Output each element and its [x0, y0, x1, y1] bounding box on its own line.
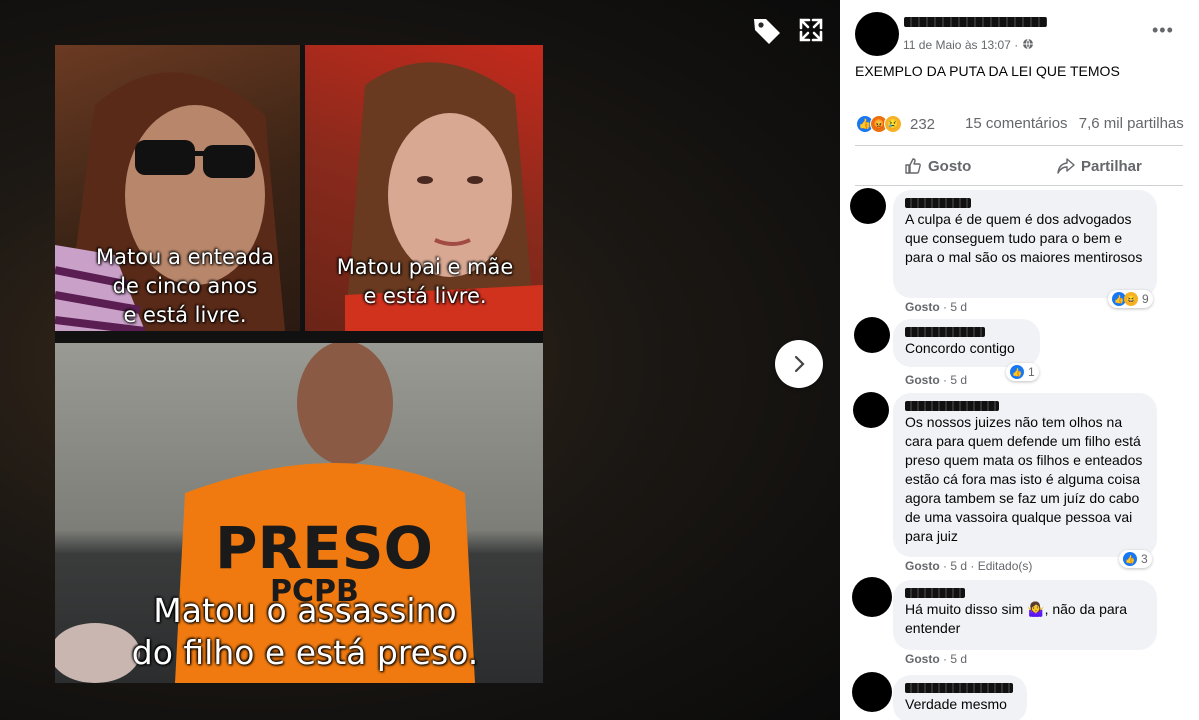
comment-time[interactable]: 5 d	[950, 300, 967, 314]
comment-bubble: Verdade mesmo	[893, 675, 1027, 720]
caption-left: Matou a enteada de cinco anos e está liv…	[95, 245, 275, 327]
comment-meta: Gosto · 5 d	[905, 373, 968, 387]
haha-reaction-icon: 😆	[1124, 292, 1138, 306]
comment-like-link[interactable]: Gosto	[905, 373, 940, 387]
commenter-avatar[interactable]	[850, 188, 886, 224]
share-button[interactable]: Partilhar	[1057, 152, 1142, 180]
reaction-count: 3	[1141, 552, 1148, 566]
like-label: Gosto	[928, 157, 972, 175]
caption-right: Matou pai e mãe e está livre.	[336, 255, 514, 308]
commenter-avatar[interactable]	[854, 317, 890, 353]
comment-meta: Gosto · 5 d	[905, 652, 968, 666]
comment-bubble: A culpa é de quem é dos advogados que co…	[893, 190, 1157, 298]
comment-meta: Gosto · 5 d · Editado(s)	[905, 559, 1033, 573]
like-reaction-icon: 👍	[1010, 365, 1024, 379]
comment-time[interactable]: 5 d	[950, 373, 967, 387]
author-avatar[interactable]	[855, 12, 899, 56]
comment-text: Há muito disso sim 🤷‍♀️, não da para ent…	[905, 601, 1128, 636]
comment-bubble: Os nossos juizes não tem olhos na cara p…	[893, 393, 1157, 557]
sad-reaction-icon: 😢	[884, 115, 902, 133]
commenter-avatar[interactable]	[852, 672, 892, 712]
shirt-text: PRESO	[215, 514, 433, 582]
like-icon	[905, 158, 921, 174]
commenter-avatar[interactable]	[852, 577, 892, 617]
commenter-name-redacted[interactable]	[905, 401, 999, 411]
post-timestamp[interactable]: 11 de Maio às 13:07 ·	[903, 38, 1034, 52]
divider-bottom	[855, 185, 1183, 186]
comment-like-link[interactable]: Gosto	[905, 559, 940, 573]
meme-image: Matou a enteada de cinco anos e está liv…	[55, 45, 543, 683]
post-sidebar: 11 de Maio às 13:07 · ••• EXEMPLO DA PUT…	[840, 0, 1199, 720]
comment-meta: Gosto · 5 d	[905, 300, 968, 314]
comment-edited-label[interactable]: Editado(s)	[978, 559, 1033, 573]
comment-text: A culpa é de quem é dos advogados que co…	[905, 211, 1143, 265]
commenter-avatar[interactable]	[853, 392, 889, 428]
commenter-name-redacted[interactable]	[905, 327, 985, 337]
author-name-redacted[interactable]	[904, 17, 1047, 27]
expand-icon[interactable]	[797, 16, 825, 44]
chevron-right-icon	[794, 355, 805, 373]
meme-panel-young-woman: Matou pai e mãe e está livre.	[305, 45, 543, 331]
commenter-name-redacted[interactable]	[905, 683, 1013, 693]
comment-reactions[interactable]: 👍 3	[1119, 550, 1152, 568]
like-button[interactable]: Gosto	[904, 152, 971, 180]
comment-reactions[interactable]: 👍 1	[1006, 363, 1039, 381]
comment-text: Verdade mesmo	[905, 696, 1007, 712]
shares-count[interactable]: 7,6 mil partilhas	[1079, 115, 1184, 132]
reaction-count: 232	[910, 115, 936, 133]
like-reaction-icon: 👍	[1123, 552, 1137, 566]
comment-bubble: Concordo contigo	[893, 319, 1040, 367]
commenter-name-redacted[interactable]	[905, 198, 971, 208]
comment-reactions[interactable]: 👍 😆 9	[1108, 290, 1153, 308]
comment-like-link[interactable]: Gosto	[905, 300, 940, 314]
globe-icon	[1022, 38, 1033, 50]
next-photo-button[interactable]	[775, 340, 823, 388]
reaction-count: 1	[1028, 365, 1035, 379]
reactions-summary[interactable]: 👍 😡 😢 232	[856, 114, 935, 134]
comment-like-link[interactable]: Gosto	[905, 652, 940, 666]
photo-viewer: Matou a enteada de cinco anos e está liv…	[0, 0, 840, 720]
comment-time[interactable]: 5 d	[950, 652, 967, 666]
caption-bottom: Matou o assassino do filho e está preso.	[131, 591, 479, 672]
more-options-button[interactable]: •••	[1152, 20, 1174, 41]
meme-panel-man-orange-shirt: PRESO PCPB Matou o assassino do filho e …	[55, 343, 543, 683]
reaction-count: 9	[1142, 292, 1149, 306]
divider-top	[855, 145, 1183, 146]
comments-count[interactable]: 15 comentários	[965, 115, 1068, 132]
post-stats: 15 comentários 7,6 mil partilhas	[965, 115, 1191, 132]
timestamp-text[interactable]: 11 de Maio às 13:07 ·	[903, 38, 1018, 52]
meme-panel-woman-sunglasses: Matou a enteada de cinco anos e está liv…	[55, 45, 300, 331]
post-text: EXEMPLO DA PUTA DA LEI QUE TEMOS	[855, 63, 1120, 79]
share-label: Partilhar	[1081, 157, 1142, 175]
comment-time[interactable]: 5 d	[950, 559, 967, 573]
tag-icon[interactable]	[752, 16, 782, 46]
comment-bubble: Há muito disso sim 🤷‍♀️, não da para ent…	[893, 580, 1157, 650]
comment-text: Os nossos juizes não tem olhos na cara p…	[905, 414, 1143, 544]
share-icon	[1057, 158, 1075, 174]
commenter-name-redacted[interactable]	[905, 588, 965, 598]
comment-text: Concordo contigo	[905, 340, 1015, 356]
